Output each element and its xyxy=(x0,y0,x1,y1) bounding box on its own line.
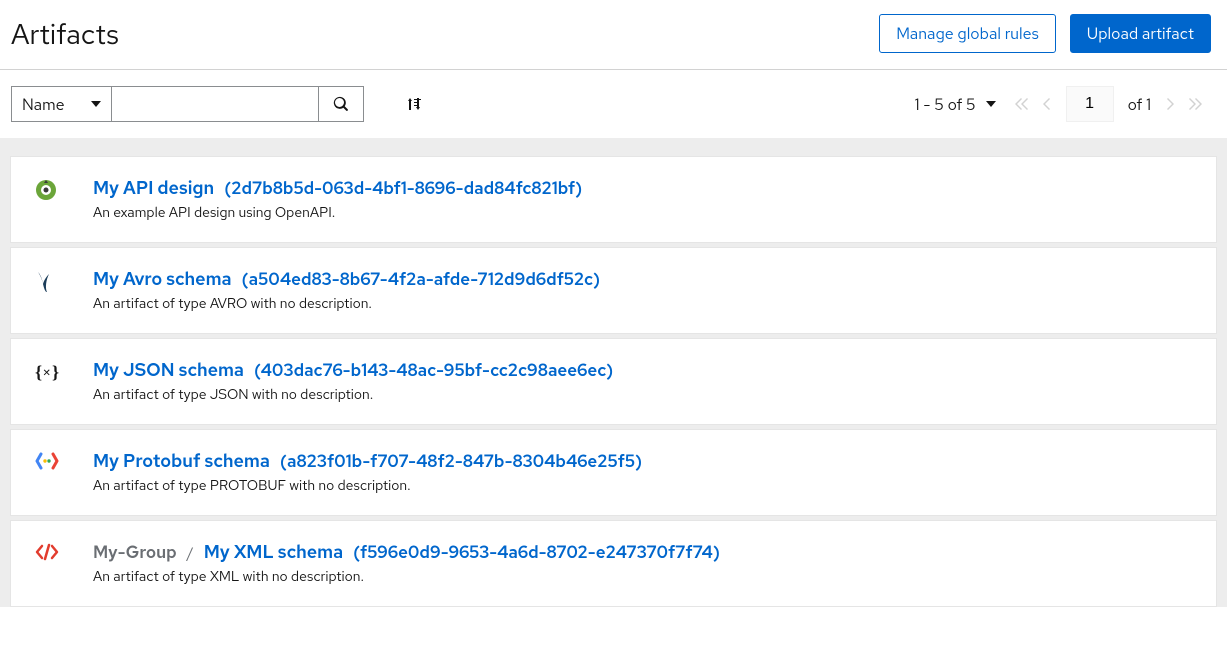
artifact-id: (f596e0d9-9653-4a6d-8702-e247370f7f74) xyxy=(353,542,720,564)
openapi-icon xyxy=(35,179,57,201)
filter-field-label: Name xyxy=(22,94,65,115)
artifact-description: An artifact of type AVRO with no descrip… xyxy=(93,295,1192,313)
svg-text:{: { xyxy=(35,362,42,382)
artifact-row: My Avro schema (a504ed83-8b67-4f2a-afde-7… xyxy=(10,247,1217,334)
filter-group: Name xyxy=(11,86,364,122)
artifact-row: My-Group / My XML schema (f596e0d9-9653-4a6… xyxy=(10,520,1217,607)
artifact-group: My-Group xyxy=(93,542,177,564)
protobuf-icon xyxy=(35,452,57,474)
artifact-name-link[interactable]: My Avro schema xyxy=(93,268,232,291)
angle-right-icon xyxy=(1165,97,1175,111)
artifact-description: An artifact of type XML with no descript… xyxy=(93,568,1192,586)
artifact-name-link[interactable]: My JSON schema xyxy=(93,359,244,382)
sort-icon xyxy=(406,96,422,112)
manage-global-rules-button[interactable]: Manage global rules xyxy=(879,14,1056,53)
page-total-label: of 1 xyxy=(1128,94,1151,115)
prev-page-button[interactable] xyxy=(1042,97,1052,111)
last-page-button[interactable] xyxy=(1189,97,1203,111)
angle-left-icon xyxy=(1042,97,1052,111)
search-button[interactable] xyxy=(319,87,363,121)
next-page-button[interactable] xyxy=(1165,97,1175,111)
artifact-row: My API design (2d7b8b5d-063d-4bf1-8696-da… xyxy=(10,156,1217,243)
artifact-description: An example API design using OpenAPI. xyxy=(93,204,1192,222)
filter-field-select[interactable]: Name xyxy=(12,87,112,121)
svg-text:}: } xyxy=(52,362,59,382)
artifact-name-link[interactable]: My API design xyxy=(93,177,214,200)
results-range-text: 1 - 5 of 5 xyxy=(915,94,976,115)
xml-icon xyxy=(35,543,57,565)
artifact-row: My Protobuf schema (a823f01b-f707-48f2-84… xyxy=(10,429,1217,516)
json-icon: {}✕ xyxy=(35,361,57,383)
artifact-id: (a823f01b-f707-48f2-847b-8304b46e25f5) xyxy=(280,451,642,473)
first-page-button[interactable] xyxy=(1014,97,1028,111)
page-title: Artifacts xyxy=(11,15,119,53)
angle-double-right-icon xyxy=(1189,97,1203,111)
caret-down-icon xyxy=(91,101,101,107)
search-icon xyxy=(333,96,349,112)
avro-icon xyxy=(35,270,57,292)
artifact-id: (2d7b8b5d-063d-4bf1-8696-dad84fc821bf) xyxy=(224,178,582,200)
artifact-name-link[interactable]: My Protobuf schema xyxy=(93,450,270,473)
caret-down-icon xyxy=(986,101,996,107)
artifact-row: {}✕ My JSON schema (403dac76-b143-48ac-95b… xyxy=(10,338,1217,425)
artifact-id: (403dac76-b143-48ac-95bf-cc2c98aee6ec) xyxy=(254,360,613,382)
artifact-description: An artifact of type JSON with no descrip… xyxy=(93,386,1192,404)
results-range-select[interactable]: 1 - 5 of 5 xyxy=(915,94,996,115)
separator: / xyxy=(187,543,194,563)
upload-artifact-button[interactable]: Upload artifact xyxy=(1070,14,1211,53)
artifact-description: An artifact of type PROTOBUF with no des… xyxy=(93,477,1192,495)
search-input[interactable] xyxy=(112,87,319,121)
artifact-id: (a504ed83-8b67-4f2a-afde-712d9d6df52c) xyxy=(242,269,601,291)
sort-button[interactable] xyxy=(402,92,426,116)
artifact-name-link[interactable]: My XML schema xyxy=(204,541,343,564)
svg-text:✕: ✕ xyxy=(43,367,51,380)
angle-double-left-icon xyxy=(1014,97,1028,111)
page-number-input[interactable] xyxy=(1066,86,1114,122)
